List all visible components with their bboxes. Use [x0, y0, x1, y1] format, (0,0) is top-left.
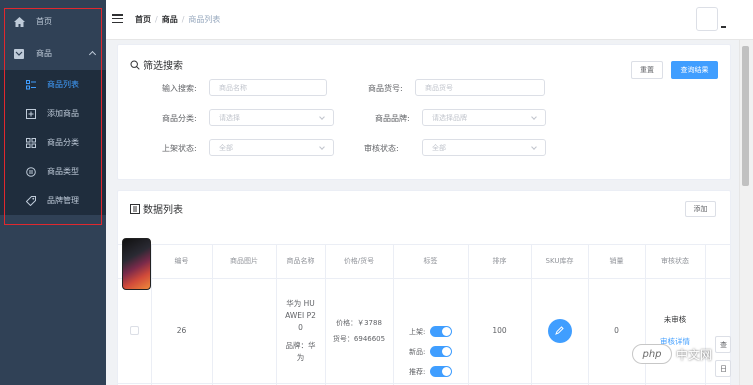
- cell-verify: 未审核 审核详情: [645, 279, 705, 382]
- php-logo: php: [632, 344, 672, 364]
- search-title: 筛选搜索: [130, 57, 183, 72]
- publish-select[interactable]: 全部: [209, 139, 334, 156]
- sn-input[interactable]: 商品货号: [415, 79, 545, 96]
- tag-new: 新品:: [409, 346, 453, 357]
- menu-toggle-icon[interactable]: [112, 14, 123, 24]
- col-header-image: 商品图片: [230, 257, 258, 265]
- col-header-sales: 销量: [609, 257, 624, 265]
- sn-label: 商品货号:: [368, 84, 403, 93]
- sidebar-item-add-goods[interactable]: 添加商品: [0, 99, 106, 128]
- watermark-text: 中文网: [676, 347, 713, 362]
- list-icon: [130, 203, 140, 214]
- add-product-icon: [25, 108, 37, 120]
- tag-publish: 上架:: [409, 326, 453, 337]
- col-header-name: 商品名称: [286, 257, 315, 265]
- chevron-down-icon: [319, 144, 325, 150]
- product-image: [122, 238, 151, 290]
- cell-id: 26: [176, 326, 187, 335]
- cell-sales: 0: [614, 326, 619, 335]
- sidebar-item-label: 品牌管理: [47, 196, 79, 205]
- cell-sku: [531, 279, 588, 382]
- col-header-id: 编号: [174, 257, 189, 265]
- sku-edit-button[interactable]: [547, 318, 572, 343]
- category-grid-icon: [25, 137, 37, 149]
- col-header-price: 价格/货号: [343, 257, 375, 265]
- sidebar-item-goods-category[interactable]: 商品分类: [0, 128, 106, 157]
- sidebar-item-label: 商品分类: [47, 138, 79, 147]
- log-button[interactable]: 日: [715, 360, 731, 377]
- sidebar-item-label: 商品: [36, 49, 52, 58]
- chevron-down-icon: [531, 144, 537, 150]
- cell-name: 华为 HU AWEI P2 0 品牌：华 为: [285, 298, 316, 362]
- chevron-down-icon: [531, 114, 537, 120]
- category-select[interactable]: 请选择: [209, 109, 334, 126]
- tag-recommend: 推荐:: [409, 366, 453, 377]
- publish-switch[interactable]: [430, 326, 453, 337]
- sidebar-item-brand[interactable]: 品牌管理: [0, 186, 106, 215]
- cell-price: 价格：￥3788 货号：6946605: [332, 318, 386, 343]
- chevron-down-icon: [319, 114, 325, 120]
- breadcrumb-goods[interactable]: 商品: [162, 15, 178, 24]
- sidebar-item-goods[interactable]: 商品: [0, 39, 106, 68]
- add-button[interactable]: 添加: [685, 201, 716, 217]
- caret-down-icon[interactable]: [721, 26, 726, 28]
- breadcrumb: 首页 / 商品 / 商品列表: [135, 15, 221, 24]
- watermark: php 中文网: [632, 344, 712, 364]
- sidebar-item-label: 添加商品: [47, 109, 79, 118]
- search-card: 筛选搜索 重置 查询结果 输入搜索: 商品名称 商品货号: 商品货号 商品分类:…: [117, 44, 731, 180]
- reset-button[interactable]: 重置: [631, 61, 663, 79]
- sidebar-item-goods-type[interactable]: 商品类型: [0, 157, 106, 186]
- sidebar-item-label: 首页: [36, 17, 52, 26]
- sidebar-item-goods-list[interactable]: 商品列表: [0, 70, 106, 99]
- cell-sort: 100: [492, 326, 507, 335]
- keyword-input[interactable]: 商品名称: [209, 79, 327, 96]
- chevron-up-icon: [88, 50, 97, 59]
- sidebar-item-label: 商品列表: [47, 80, 79, 89]
- sidebar-item-label: 商品类型: [47, 167, 79, 176]
- table-border: [118, 383, 730, 384]
- main-content: 筛选搜索 重置 查询结果 输入搜索: 商品名称 商品货号: 商品货号 商品分类:…: [106, 40, 739, 385]
- breadcrumb-home[interactable]: 首页: [135, 15, 151, 24]
- recommend-switch[interactable]: [430, 366, 453, 377]
- sidebar: 首页 商品 商品列表 添加商品 商品分类 商品类型 品牌管理: [0, 0, 106, 385]
- brand-select[interactable]: 请选择品牌: [422, 109, 546, 126]
- view-button[interactable]: 查: [715, 336, 731, 353]
- search-icon: [130, 59, 140, 70]
- verify-label: 审核状态:: [364, 144, 399, 153]
- goods-icon: [13, 48, 25, 60]
- publish-label: 上架状态:: [162, 144, 197, 153]
- new-switch[interactable]: [430, 346, 453, 357]
- sidebar-item-home[interactable]: 首页: [0, 7, 106, 36]
- home-icon: [13, 16, 25, 28]
- navbar: 首页 / 商品 / 商品列表: [106, 0, 753, 40]
- row-checkbox[interactable]: [118, 279, 151, 382]
- col-header-sort: 排序: [492, 257, 507, 265]
- brand-label: 商品品牌:: [375, 114, 410, 123]
- type-icon: [25, 166, 37, 178]
- verify-select[interactable]: 全部: [422, 139, 546, 156]
- tag-icon: [25, 195, 37, 207]
- verify-status: 未审核: [663, 314, 687, 324]
- col-header-verify: 审核状态: [661, 257, 689, 265]
- keyword-label: 输入搜索:: [162, 84, 197, 93]
- list-title: 数据列表: [130, 201, 183, 216]
- breadcrumb-current: 商品列表: [188, 15, 221, 24]
- avatar[interactable]: [696, 7, 718, 31]
- list-icon: [25, 79, 37, 91]
- scrollbar-thumb[interactable]: [742, 46, 749, 186]
- query-button[interactable]: 查询结果: [671, 61, 718, 79]
- category-label: 商品分类:: [162, 114, 197, 123]
- col-header-sku: SKU库存: [545, 257, 574, 265]
- col-header-tags: 标签: [423, 257, 438, 265]
- edit-icon: [555, 326, 564, 335]
